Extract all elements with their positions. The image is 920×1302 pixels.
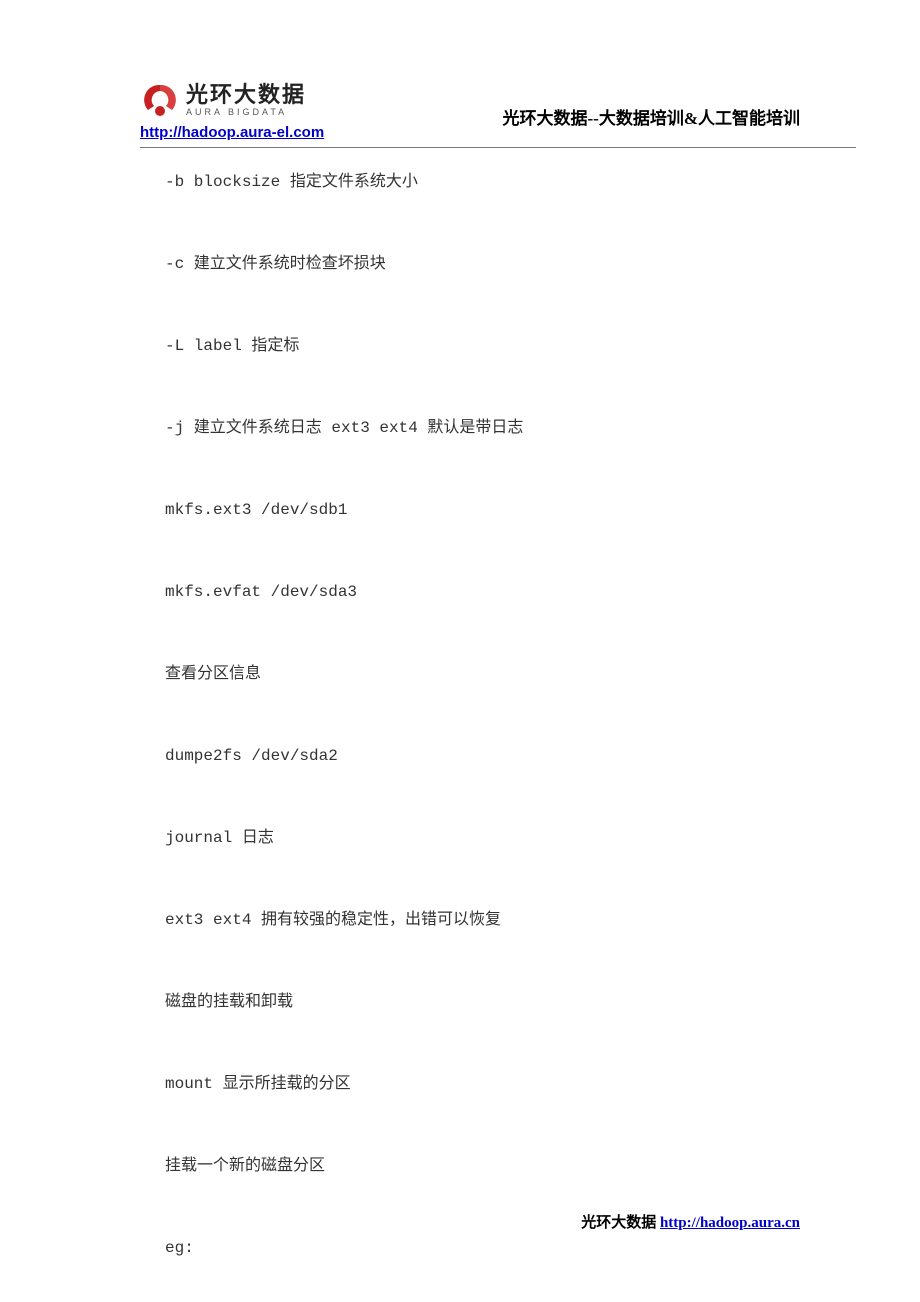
body-line: dumpe2fs /dev/sda2 <box>165 744 860 768</box>
body-line: eg: <box>165 1236 860 1260</box>
header-divider <box>140 147 856 148</box>
logo-cn-text: 光环大数据 <box>186 84 306 106</box>
body-line: 磁盘的挂载和卸载 <box>165 990 860 1014</box>
body-line: -b blocksize 指定文件系统大小 <box>165 170 860 194</box>
document-body: -b blocksize 指定文件系统大小 -c 建立文件系统时检查坏损块 -L… <box>60 156 860 1260</box>
body-line: ext3 ext4 拥有较强的稳定性，出错可以恢复 <box>165 908 860 932</box>
body-line: -L label 指定标 <box>165 334 860 358</box>
body-line: journal 日志 <box>165 826 860 850</box>
body-line: -j 建立文件系统日志 ext3 ext4 默认是带日志 <box>165 416 860 440</box>
page-footer: 光环大数据 http://hadoop.aura.cn <box>581 1211 800 1232</box>
header-url-text: http://hadoop.aura-el.com <box>140 124 324 141</box>
document-page: 光环大数据 AURA BIGDATA 光环大数据--大数据培训&人工智能培训 h… <box>0 0 920 1302</box>
body-line: mkfs.ext3 /dev/sdb1 <box>165 498 860 522</box>
logo-text: 光环大数据 AURA BIGDATA <box>186 84 306 117</box>
body-line: -c 建立文件系统时检查坏损块 <box>165 252 860 276</box>
body-line: mount 显示所挂载的分区 <box>165 1072 860 1096</box>
logo-en-text: AURA BIGDATA <box>186 108 306 117</box>
page-title: 光环大数据--大数据培训&人工智能培训 <box>503 104 800 129</box>
footer-url-link[interactable]: http://hadoop.aura.cn <box>660 1215 800 1231</box>
body-line: mkfs.evfat /dev/sda3 <box>165 580 860 604</box>
page-header: 光环大数据 AURA BIGDATA 光环大数据--大数据培训&人工智能培训 h… <box>60 80 860 148</box>
footer-url-text: http://hadoop.aura.cn <box>660 1215 800 1231</box>
footer-prefix: 光环大数据 <box>581 1215 660 1231</box>
body-line: 查看分区信息 <box>165 662 860 686</box>
aura-logo-icon <box>140 80 180 120</box>
body-line: 挂载一个新的磁盘分区 <box>165 1154 860 1178</box>
